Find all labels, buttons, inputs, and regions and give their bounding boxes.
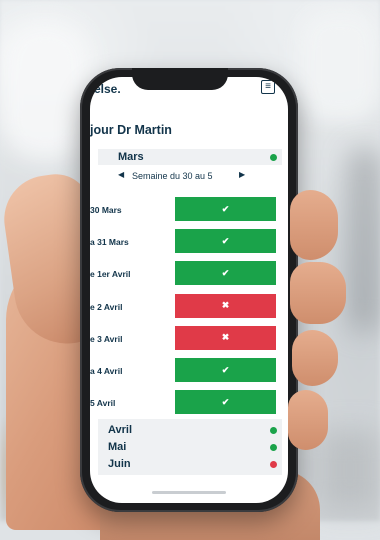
month-status-dot [270,461,277,468]
brand-logo: else. [94,82,121,96]
status-ok-cell[interactable]: ✔ [175,358,276,382]
background-blob [320,430,380,510]
background-blob [0,20,90,160]
status-ko-cell[interactable]: ✖ [175,325,276,350]
month-status-dot [270,444,277,451]
month-label[interactable]: Mai [108,441,126,453]
check-icon: ✔ [221,267,230,278]
week-navigator: ◀ Semaine du 30 au 5 ▶ [98,170,282,184]
home-indicator [152,491,226,494]
current-month-label: Mars [118,151,144,163]
greeting-title: jour Dr Martin [90,123,172,137]
background-blob [350,150,380,330]
status-ok-cell[interactable]: ✔ [175,261,276,286]
hamburger-icon[interactable]: ≡ [261,80,275,94]
status-ok-cell[interactable]: ✔ [175,229,276,254]
check-icon: ✔ [221,203,230,214]
status-ok-cell[interactable]: ✔ [175,197,276,221]
check-icon: ✔ [221,235,230,246]
check-icon: ✔ [221,364,230,375]
day-label: a 31 Mars [90,237,129,248]
background-blob [300,10,380,120]
current-month-header[interactable]: Mars [98,149,282,165]
day-label: e 3 Avril [90,333,123,344]
month-label[interactable]: Avril [108,424,132,436]
month-status-dot [270,427,277,434]
hand-finger [290,190,338,260]
month-label[interactable]: Juin [108,458,131,470]
caret-left-icon[interactable]: ◀ [118,170,124,179]
day-label: e 2 Avril [90,301,123,312]
status-ok-cell[interactable]: ✔ [175,390,276,415]
hand-finger [288,390,328,450]
day-label: e 1er Avril [90,269,131,280]
day-label: a 4 Avril [90,366,123,376]
check-icon: ✔ [221,396,230,407]
month-status-dot [270,154,277,161]
phone-screen: else. ≡ jour Dr Martin Mars ◀ Semaine du… [90,77,288,503]
cross-icon: ✖ [221,300,230,311]
day-label: 30 Mars [90,205,122,215]
caret-right-icon[interactable]: ▶ [239,170,245,179]
phone-notch [132,68,228,90]
day-label: 5 Avril [90,398,116,409]
cross-icon: ✖ [221,332,230,343]
hand-finger [290,262,346,324]
hand-finger [292,330,338,386]
week-label: Semaine du 30 au 5 [132,171,213,181]
status-ko-cell[interactable]: ✖ [175,293,276,318]
smartphone: else. ≡ jour Dr Martin Mars ◀ Semaine du… [80,68,298,512]
